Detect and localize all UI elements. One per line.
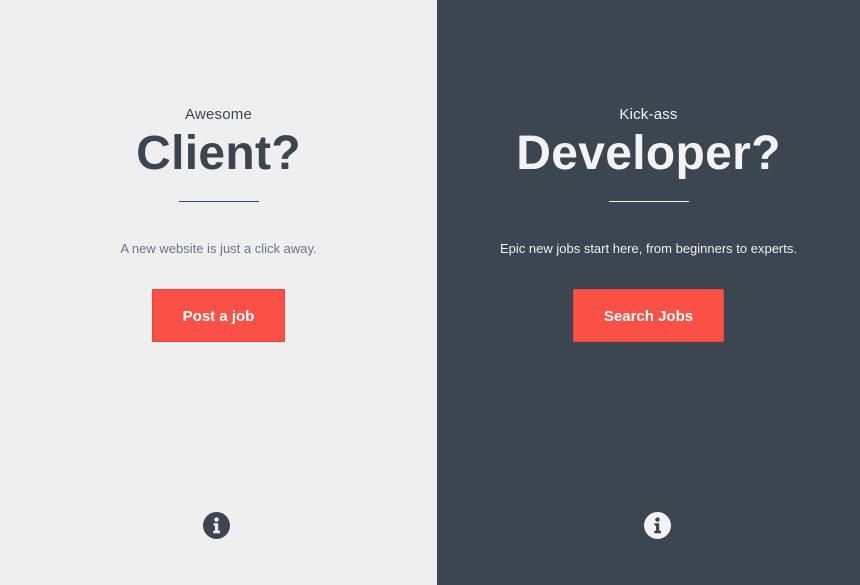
post-job-button[interactable]: Post a job bbox=[151, 289, 286, 342]
developer-eyebrow: Kick-ass bbox=[619, 106, 678, 123]
developer-tagline: Epic new jobs start here, from beginners… bbox=[500, 241, 797, 256]
client-divider bbox=[178, 201, 259, 202]
info-circle-icon[interactable] bbox=[644, 512, 671, 539]
developer-panel: Kick-ass Developer? Epic new jobs start … bbox=[437, 0, 860, 585]
client-tagline: A new website is just a click away. bbox=[120, 241, 317, 256]
developer-info-glyph bbox=[654, 517, 661, 534]
developer-divider bbox=[608, 201, 689, 202]
developer-headline: Developer? bbox=[516, 127, 781, 180]
client-eyebrow: Awesome bbox=[185, 106, 252, 123]
search-jobs-button[interactable]: Search Jobs bbox=[572, 289, 725, 342]
client-headline: Client? bbox=[136, 127, 301, 180]
client-content: Awesome Client? A new website is just a … bbox=[0, 106, 437, 342]
client-panel: Awesome Client? A new website is just a … bbox=[0, 0, 437, 585]
developer-content: Kick-ass Developer? Epic new jobs start … bbox=[437, 106, 860, 342]
client-info-glyph bbox=[213, 517, 220, 534]
info-circle-icon[interactable] bbox=[203, 512, 230, 539]
split-landing: Awesome Client? A new website is just a … bbox=[0, 0, 860, 585]
